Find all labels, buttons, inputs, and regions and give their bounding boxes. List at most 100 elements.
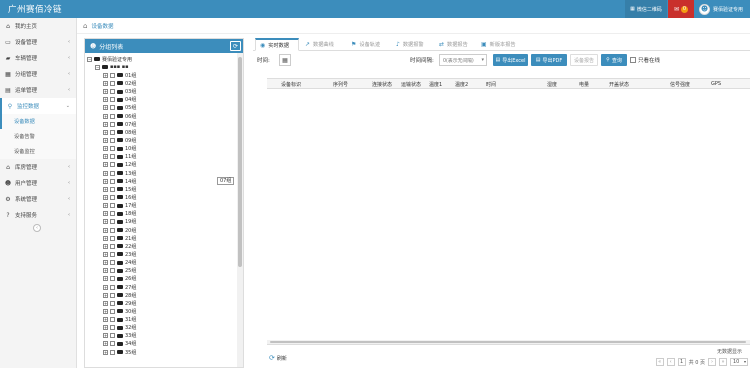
tab-realtime[interactable]: ◉ 实时数据 (255, 38, 299, 51)
column-header[interactable]: 信号强度 (670, 81, 690, 88)
column-header[interactable]: 湿度 (547, 81, 557, 88)
expand-icon[interactable]: + (103, 325, 108, 331)
column-header[interactable]: 设备标识 (281, 81, 301, 88)
tree-group-row[interactable]: +05组 (87, 104, 235, 112)
expand-icon[interactable]: + (103, 292, 108, 298)
table-scroll-thumb[interactable] (270, 341, 746, 343)
tree-group-row[interactable]: +09组 (87, 136, 235, 144)
expand-icon[interactable]: + (103, 227, 108, 233)
group-checkbox[interactable] (110, 178, 115, 184)
expand-icon[interactable]: + (103, 333, 108, 339)
column-header[interactable]: GPS (711, 81, 721, 87)
tree-group-row[interactable]: +07组 (87, 120, 235, 128)
expand-icon[interactable]: + (103, 137, 108, 143)
tree-group-row[interactable]: +28组 (87, 291, 235, 299)
expand-icon[interactable]: + (103, 154, 108, 160)
tree-group-row[interactable]: +26组 (87, 275, 235, 283)
home-icon[interactable]: ⌂ (83, 22, 87, 30)
group-checkbox[interactable] (110, 137, 115, 143)
expand-icon[interactable]: + (103, 235, 108, 241)
column-header[interactable]: 运输状态 (401, 81, 421, 88)
group-checkbox[interactable] (110, 317, 115, 323)
column-header[interactable]: 开盖状态 (609, 81, 629, 88)
expand-icon[interactable]: + (103, 251, 108, 257)
group-checkbox[interactable] (110, 113, 115, 119)
sidebar-subitem[interactable]: 设备监控 (0, 144, 76, 159)
expand-icon[interactable]: + (103, 97, 108, 103)
tree-group-row[interactable]: +01组 (87, 71, 235, 79)
expand-icon[interactable]: + (103, 113, 108, 119)
tree-group-row[interactable]: +12组 (87, 161, 235, 169)
expand-icon[interactable]: + (103, 268, 108, 274)
tree-group-row[interactable]: +11组 (87, 153, 235, 161)
tree-group-row[interactable]: +19组 (87, 218, 235, 226)
expand-icon[interactable]: + (103, 72, 108, 78)
tree-group-row[interactable]: +03组 (87, 88, 235, 96)
group-checkbox[interactable] (110, 333, 115, 339)
expand-icon[interactable]: + (103, 178, 108, 184)
tree-group-row[interactable]: +33组 (87, 332, 235, 340)
tree-group-row[interactable]: +13组 (87, 169, 235, 177)
next-page-button[interactable]: › (708, 358, 716, 366)
group-checkbox[interactable] (110, 284, 115, 290)
tree-group-row[interactable]: +22组 (87, 242, 235, 250)
tab-chart-line[interactable]: ↗ 数据曲线 (301, 38, 345, 51)
expand-icon[interactable]: + (103, 300, 108, 306)
tree-group-row[interactable]: +02组 (87, 79, 235, 87)
tree-group-row[interactable]: +24组 (87, 259, 235, 267)
export-excel-button[interactable]: ▤ 导出Excel (493, 54, 528, 66)
query-button[interactable]: ⚲ 查询 (601, 54, 627, 66)
tree-group-row[interactable]: +16组 (87, 193, 235, 201)
wechat-qr-button[interactable]: ▦ 微信二维码 (625, 0, 667, 18)
export-pdf-button[interactable]: ▤ 导出PDF (531, 54, 567, 66)
sidebar-item-gear[interactable]: ⚙ 系统管理 ‹ (0, 191, 76, 207)
group-checkbox[interactable] (110, 203, 115, 209)
group-checkbox[interactable] (110, 300, 115, 306)
group-checkbox[interactable] (110, 308, 115, 314)
collapse-icon[interactable]: − (87, 56, 92, 62)
column-header[interactable]: 连接状态 (372, 81, 392, 88)
group-checkbox[interactable] (110, 235, 115, 241)
tree-group-row[interactable]: +34组 (87, 340, 235, 348)
tree-group-row[interactable]: +15组 (87, 185, 235, 193)
group-checkbox[interactable] (110, 105, 115, 111)
group-checkbox[interactable] (110, 227, 115, 233)
tree-group-row[interactable]: +32组 (87, 324, 235, 332)
expand-icon[interactable]: + (103, 170, 108, 176)
expand-icon[interactable]: + (103, 194, 108, 200)
tree-group-row[interactable]: +14组 (87, 177, 235, 185)
prev-page-button[interactable]: ‹ (666, 358, 675, 366)
group-checkbox[interactable] (110, 219, 115, 225)
expand-icon[interactable]: + (103, 276, 108, 282)
tree-group-row[interactable]: +21组 (87, 234, 235, 242)
user-menu[interactable]: ☻ 赛佰验证专用 (695, 0, 750, 18)
sidebar-item-device[interactable]: ▭ 设备管理 ‹ (0, 34, 76, 50)
sidebar-subitem[interactable]: 设备告警 (0, 129, 76, 144)
tree-group-row[interactable]: +29组 (87, 299, 235, 307)
tree-group-row[interactable]: +06组 (87, 112, 235, 120)
tree-group-row[interactable]: +30组 (87, 307, 235, 315)
tree-scroll-thumb[interactable] (238, 57, 242, 267)
group-checkbox[interactable] (110, 170, 115, 176)
group-checkbox[interactable] (110, 211, 115, 217)
expand-icon[interactable]: + (103, 284, 108, 290)
tree-group-row[interactable]: +27组 (87, 283, 235, 291)
column-header[interactable]: 温度2 (455, 81, 468, 88)
column-header[interactable]: 时间 (486, 81, 496, 88)
group-checkbox[interactable] (110, 341, 115, 347)
column-header[interactable]: 电量 (579, 81, 589, 88)
group-checkbox[interactable] (110, 97, 115, 103)
tree-group-row[interactable]: +35组 (87, 348, 235, 356)
sidebar-item-search[interactable]: ⚲ 监控数据 ⌄ (0, 98, 76, 114)
tree-group-row[interactable]: +18组 (87, 210, 235, 218)
expand-icon[interactable]: + (103, 186, 108, 192)
group-checkbox[interactable] (110, 325, 115, 331)
group-checkbox[interactable] (110, 89, 115, 95)
group-checkbox[interactable] (110, 72, 115, 78)
group-checkbox[interactable] (110, 162, 115, 168)
group-checkbox[interactable] (110, 146, 115, 152)
last-page-button[interactable]: » (719, 358, 727, 366)
group-checkbox[interactable] (110, 243, 115, 249)
expand-icon[interactable]: + (103, 243, 108, 249)
group-checkbox[interactable] (110, 260, 115, 266)
